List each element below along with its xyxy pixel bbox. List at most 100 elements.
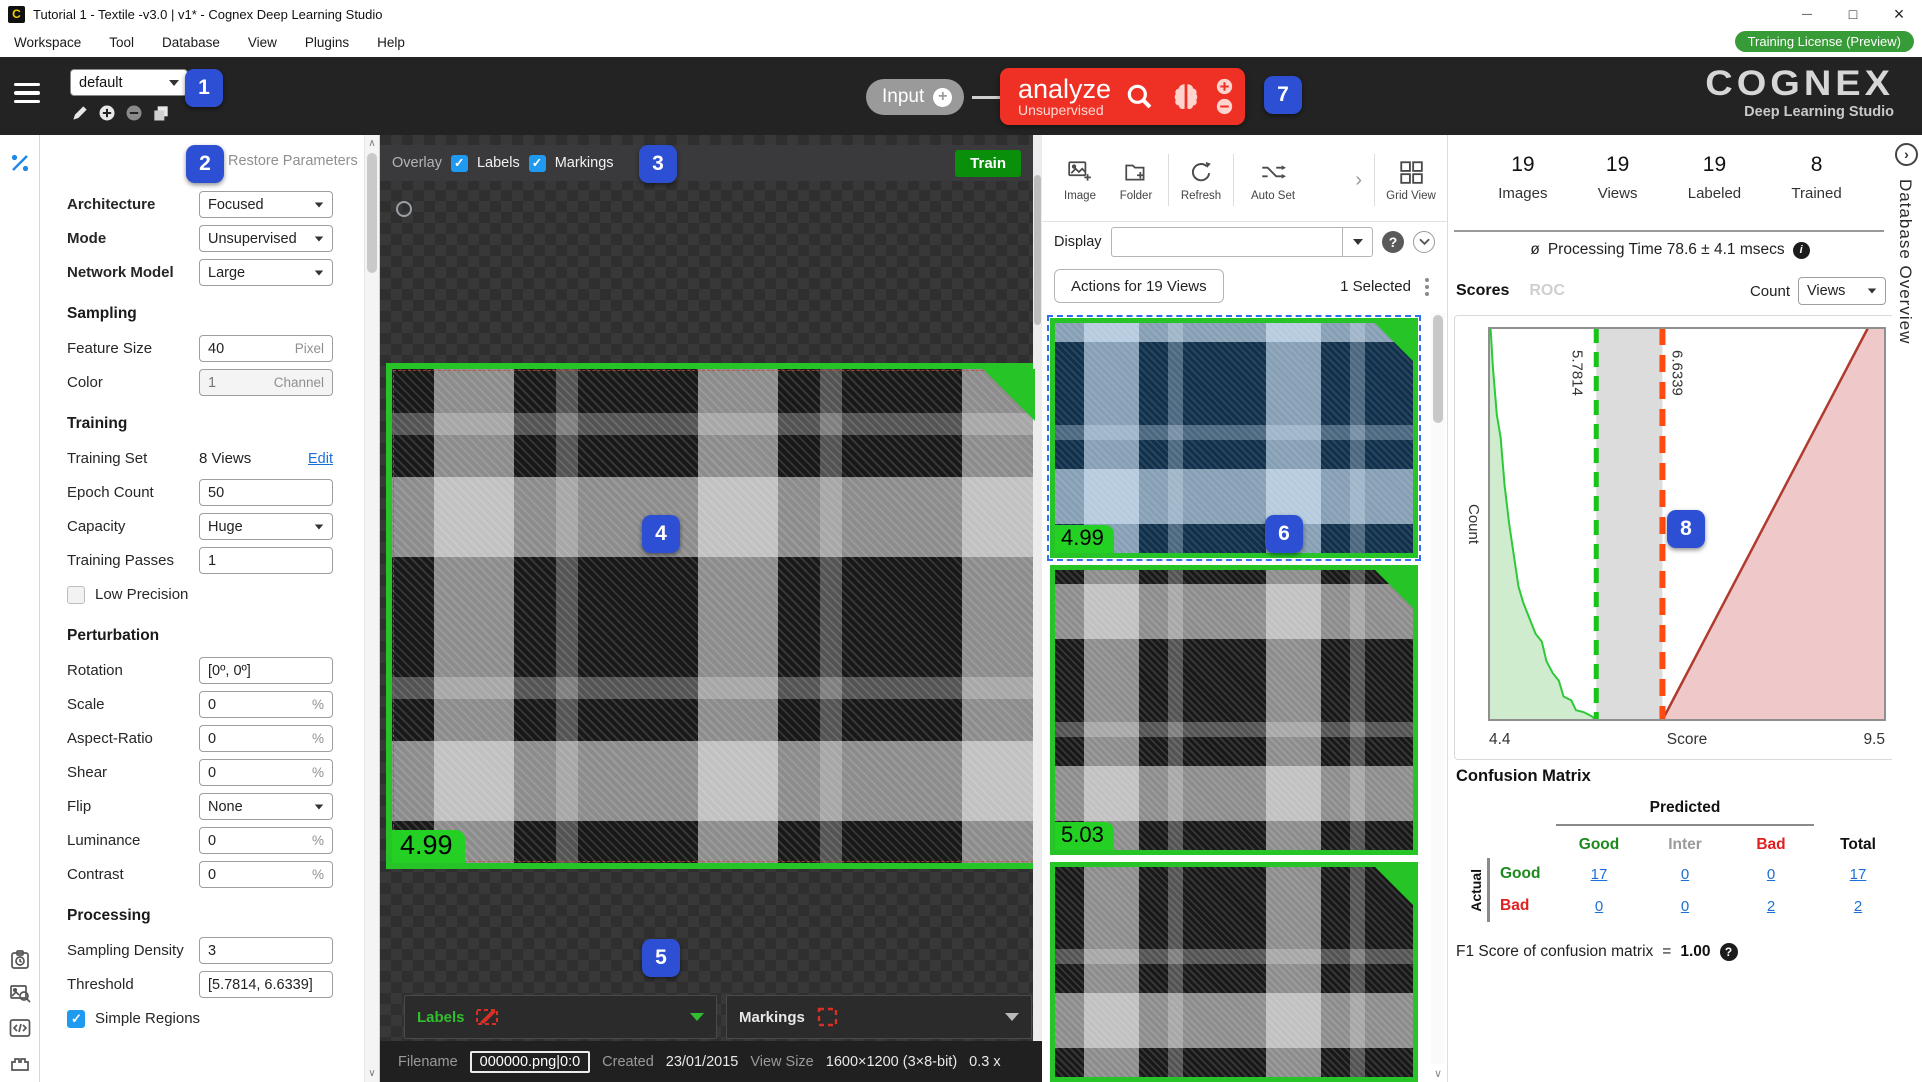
sampling-density-input[interactable]: 3 [199, 937, 333, 964]
count-select[interactable]: Views [1798, 277, 1886, 305]
row-header-bad: Bad [1490, 890, 1556, 922]
increase-icon[interactable] [1216, 78, 1233, 95]
help-icon[interactable]: ? [1720, 943, 1738, 961]
viewsize-value: 1600×1200 (3×8-bit) [826, 1054, 957, 1070]
markings-dropdown[interactable]: Markings [726, 995, 1032, 1039]
expand-panel-icon[interactable] [1895, 143, 1918, 166]
views-scrollbar[interactable] [1431, 313, 1445, 1064]
scroll-down-icon[interactable]: ∨ [365, 1068, 379, 1079]
database-overview-tab[interactable]: Database Overview [1895, 179, 1915, 344]
architecture-select[interactable]: Focused [199, 191, 333, 218]
code-icon[interactable] [8, 1016, 32, 1040]
parameters-scrollbar[interactable]: ∧ ∨ [364, 135, 379, 1082]
restore-parameters-button[interactable]: Restore Parameters [228, 153, 358, 169]
view-thumbnail[interactable] [1050, 862, 1418, 1082]
flip-select[interactable]: None [199, 793, 333, 820]
maximize-icon[interactable] [1830, 0, 1876, 28]
help-icon[interactable]: ? [1382, 231, 1404, 253]
image-search-icon[interactable] [8, 982, 32, 1006]
refresh-button[interactable]: Refresh [1173, 144, 1229, 216]
collapse-section-icon[interactable] [1413, 231, 1435, 253]
analyze-tool-button[interactable]: analyze Unsupervised [1000, 68, 1245, 125]
tools-percent-icon[interactable] [8, 151, 32, 175]
add-icon[interactable] [97, 103, 117, 123]
labels-dropdown[interactable]: Labels [404, 995, 717, 1039]
cm-bad-good[interactable]: 0 [1595, 898, 1603, 915]
remove-icon[interactable] [124, 103, 144, 123]
close-icon[interactable] [1876, 0, 1922, 28]
feature-size-input[interactable]: 40Pixel [199, 335, 333, 362]
train-button[interactable]: Train [955, 150, 1021, 177]
scale-input[interactable]: 0% [199, 691, 333, 718]
menu-tool[interactable]: Tool [95, 35, 148, 50]
markings-checkbox[interactable] [529, 155, 546, 172]
add-folder-button[interactable]: Folder [1108, 144, 1164, 216]
score-badge: 4.99 [392, 830, 465, 863]
labels-checkbox[interactable] [451, 155, 468, 172]
sampling-density-label: Sampling Density [67, 942, 199, 959]
filename-value[interactable]: 000000.png|0:0 [470, 1051, 591, 1073]
count-label: Count [1750, 283, 1790, 300]
training-set-edit-link[interactable]: Edit [308, 451, 333, 467]
hamburger-menu-icon[interactable] [14, 83, 40, 103]
rotation-input[interactable]: [0º, 0º] [199, 657, 333, 684]
info-icon[interactable]: i [1793, 242, 1810, 259]
copy-icon[interactable] [151, 103, 171, 123]
more-tools-icon[interactable]: › [1347, 169, 1370, 192]
grid-view-button[interactable]: Grid View [1379, 144, 1443, 216]
canvas-scrollbar[interactable] [1033, 135, 1042, 1041]
tab-scores[interactable]: Scores [1456, 282, 1509, 300]
menu-help[interactable]: Help [363, 35, 419, 50]
clipboard-history-icon[interactable] [8, 948, 32, 972]
display-select[interactable] [1111, 227, 1373, 257]
capacity-select[interactable]: Huge [199, 513, 333, 540]
menu-view[interactable]: View [234, 35, 291, 50]
cm-good-bad[interactable]: 0 [1767, 866, 1775, 883]
region-handle-circle[interactable] [396, 201, 412, 217]
scroll-up-icon[interactable]: ∧ [365, 138, 379, 149]
add-image-button[interactable]: Image [1052, 144, 1108, 216]
shear-input[interactable]: 0% [199, 759, 333, 786]
simple-regions-checkbox[interactable] [67, 1010, 85, 1028]
auto-set-icon [1259, 159, 1287, 185]
minimize-icon[interactable] [1784, 0, 1830, 28]
menu-workspace[interactable]: Workspace [0, 35, 95, 50]
cm-good-inter[interactable]: 0 [1681, 866, 1689, 883]
view-thumbnail-selected[interactable]: 4.99 6 [1050, 318, 1418, 558]
kebab-menu-icon[interactable] [1425, 278, 1429, 282]
cm-good-good[interactable]: 17 [1591, 866, 1608, 883]
scroll-down-icon[interactable]: ∨ [1431, 1067, 1445, 1080]
auto-set-button[interactable]: Auto Set [1238, 144, 1308, 216]
brain-icon [1169, 80, 1203, 114]
views-panel: Image Folder Refresh Auto Set › Grid Vie… [1042, 135, 1447, 1082]
cm-bad-bad[interactable]: 2 [1767, 898, 1775, 915]
training-passes-input[interactable]: 1 [199, 547, 333, 574]
main-view-image[interactable]: 4.99 4 [386, 363, 1041, 869]
chevron-down-icon [315, 270, 324, 275]
menu-plugins[interactable]: Plugins [291, 35, 363, 50]
epoch-count-input[interactable]: 50 [199, 479, 333, 506]
training-passes-label: Training Passes [67, 552, 199, 569]
preset-select[interactable]: default [70, 69, 188, 96]
luminance-input[interactable]: 0% [199, 827, 333, 854]
view-thumbnail[interactable]: 5.03 [1050, 565, 1418, 855]
tab-roc[interactable]: ROC [1529, 282, 1565, 300]
contrast-input[interactable]: 0% [199, 861, 333, 888]
param-row-color: Color 1Channel [67, 369, 333, 396]
actions-for-views-button[interactable]: Actions for 19 Views [1054, 269, 1224, 303]
network-model-select[interactable]: Large [199, 259, 333, 286]
threshold-input[interactable]: [5.7814, 6.6339] [199, 971, 333, 998]
low-precision-checkbox[interactable] [67, 586, 85, 604]
cm-bad-total[interactable]: 2 [1854, 898, 1862, 915]
mode-select[interactable]: Unsupervised [199, 225, 333, 252]
blocks-icon[interactable] [8, 1050, 32, 1074]
cm-bad-inter[interactable]: 0 [1681, 898, 1689, 915]
cm-good-total[interactable]: 17 [1850, 866, 1867, 883]
aspect-ratio-input[interactable]: 0% [199, 725, 333, 752]
col-header-bad: Bad [1728, 826, 1814, 858]
decrease-icon[interactable] [1216, 98, 1233, 115]
input-tool-button[interactable]: Input [866, 79, 964, 115]
status-bar: Filename 000000.png|0:0 Created 23/01/20… [380, 1041, 1042, 1082]
menu-database[interactable]: Database [148, 35, 234, 50]
edit-pencil-icon[interactable] [70, 103, 90, 123]
